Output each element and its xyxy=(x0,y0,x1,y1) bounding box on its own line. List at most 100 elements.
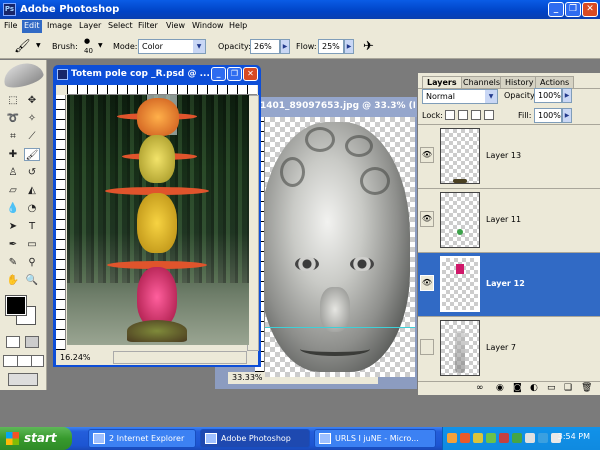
slice-tool-icon[interactable]: ⟋ xyxy=(24,130,40,143)
zoom-level[interactable]: 16.24% xyxy=(56,352,112,364)
menu-filter[interactable]: Filter xyxy=(138,21,158,30)
zoom-tool-icon[interactable]: 🔍 xyxy=(24,274,40,287)
start-button[interactable]: start xyxy=(0,427,72,450)
eyedropper-tool-icon[interactable]: ⚲ xyxy=(24,256,40,269)
foreground-color-swatch[interactable] xyxy=(5,295,27,316)
lion-face-canvas[interactable] xyxy=(265,117,415,377)
fill-arrow-icon[interactable]: ▶ xyxy=(562,108,572,123)
totem-pole-canvas[interactable] xyxy=(67,95,249,345)
layer-style-icon[interactable]: ◉ xyxy=(496,383,504,393)
menu-view[interactable]: View xyxy=(166,21,185,30)
lock-all-icon[interactable] xyxy=(484,110,494,120)
path-selection-tool-icon[interactable]: ➤ xyxy=(5,220,21,233)
marquee-tool-icon[interactable]: ⬚ xyxy=(5,94,21,107)
layer-row[interactable]: 👁 Layer 12 xyxy=(418,252,600,316)
tray-icon[interactable] xyxy=(525,433,535,443)
minimize-button[interactable]: _ xyxy=(211,67,226,81)
history-brush-tool-icon[interactable]: ↺ xyxy=(24,166,40,179)
eye-icon[interactable] xyxy=(420,339,434,355)
flow-input[interactable]: 25% xyxy=(318,39,344,54)
airbrush-icon[interactable]: ✈ xyxy=(363,39,374,54)
eye-icon[interactable]: 👁 xyxy=(420,275,434,291)
tab-actions[interactable]: Actions xyxy=(535,76,575,88)
menu-file[interactable]: File xyxy=(4,21,17,30)
magic-wand-tool-icon[interactable]: ✧ xyxy=(24,112,40,125)
tray-icon[interactable] xyxy=(473,433,483,443)
brush-picker-arrow-icon[interactable]: ▼ xyxy=(98,42,103,49)
full-screen-mode-icon[interactable] xyxy=(31,355,44,367)
menu-image[interactable]: Image xyxy=(47,21,72,30)
hand-tool-icon[interactable]: ✋ xyxy=(5,274,21,287)
layer-name[interactable]: Layer 13 xyxy=(486,151,521,160)
pen-tool-icon[interactable]: ✒ xyxy=(5,238,21,251)
quick-mask-mode-icon[interactable] xyxy=(25,336,39,348)
layer-mask-icon[interactable]: ◙ xyxy=(513,383,522,393)
task-word[interactable]: URLS I juNE - Micro... xyxy=(314,429,436,448)
menu-select[interactable]: Select xyxy=(108,21,133,30)
layer-opacity-input[interactable]: 100% xyxy=(534,88,562,103)
maximize-button[interactable]: ❐ xyxy=(227,67,242,81)
task-photoshop[interactable]: Adobe Photoshop xyxy=(200,429,310,448)
standard-mode-icon[interactable] xyxy=(6,336,20,348)
maximize-button[interactable]: ❐ xyxy=(565,2,581,17)
blur-tool-icon[interactable]: 💧 xyxy=(5,202,21,215)
opacity-arrow-icon[interactable]: ▶ xyxy=(280,39,290,54)
paint-bucket-tool-icon[interactable]: ◭ xyxy=(24,184,40,197)
lock-transparency-icon[interactable] xyxy=(445,110,455,120)
layer-name[interactable]: Layer 11 xyxy=(486,215,521,224)
mode-select[interactable]: Color ▼ xyxy=(138,39,206,54)
brush-tool-icon[interactable]: 🖌 xyxy=(24,148,40,161)
brush-tool-icon[interactable]: 🖌 xyxy=(14,39,31,54)
flow-arrow-icon[interactable]: ▶ xyxy=(344,39,354,54)
shape-tool-icon[interactable]: ▭ xyxy=(24,238,40,251)
jump-to-imageready-icon[interactable] xyxy=(8,373,38,386)
minimize-button[interactable]: _ xyxy=(548,2,564,17)
move-tool-icon[interactable]: ✥ xyxy=(24,94,40,107)
tab-history[interactable]: History xyxy=(500,76,539,88)
full-screen-menu-mode-icon[interactable] xyxy=(17,355,32,367)
close-button[interactable]: ✕ xyxy=(582,2,598,17)
tray-icon[interactable] xyxy=(460,433,470,443)
close-button[interactable]: ✕ xyxy=(243,67,258,81)
opacity-input[interactable]: 26% xyxy=(250,39,280,54)
trash-icon[interactable]: 🗑 xyxy=(581,383,592,393)
horizontal-scrollbar[interactable] xyxy=(113,351,247,364)
tool-preset-arrow-icon[interactable]: ▼ xyxy=(36,42,41,49)
brush-size[interactable]: 40 xyxy=(84,47,93,55)
blend-mode-select[interactable]: Normal ▼ xyxy=(422,89,498,104)
layer-row[interactable]: Layer 7 xyxy=(418,316,600,380)
menu-window[interactable]: Window xyxy=(192,21,224,30)
lasso-tool-icon[interactable]: ➰ xyxy=(5,112,21,125)
clone-stamp-tool-icon[interactable]: ♙ xyxy=(5,166,21,179)
menu-edit[interactable]: Edit xyxy=(22,20,42,33)
eye-icon[interactable]: 👁 xyxy=(420,147,434,163)
layer-row[interactable]: 👁 Layer 11 xyxy=(418,188,600,252)
layer-opacity-arrow-icon[interactable]: ▶ xyxy=(562,88,572,103)
new-group-icon[interactable]: ▭ xyxy=(547,383,556,393)
fill-input[interactable]: 100% xyxy=(534,108,562,123)
menu-layer[interactable]: Layer xyxy=(79,21,101,30)
tray-icon[interactable] xyxy=(499,433,509,443)
adjustment-layer-icon[interactable]: ◐ xyxy=(530,383,538,393)
crop-tool-icon[interactable]: ⌗ xyxy=(5,130,21,143)
tab-channels[interactable]: Channels xyxy=(458,76,506,88)
tray-icon[interactable] xyxy=(486,433,496,443)
lock-image-icon[interactable] xyxy=(458,110,468,120)
tray-icon[interactable] xyxy=(447,433,457,443)
notes-tool-icon[interactable]: ✎ xyxy=(5,256,21,269)
standard-screen-mode-icon[interactable] xyxy=(3,355,18,367)
tray-icon[interactable] xyxy=(538,433,548,443)
eraser-tool-icon[interactable]: ▱ xyxy=(5,184,21,197)
dodge-tool-icon[interactable]: ◔ xyxy=(24,202,40,215)
layer-row[interactable]: 👁 Layer 13 xyxy=(418,124,600,188)
layer-name[interactable]: Layer 7 xyxy=(486,343,516,352)
type-tool-icon[interactable]: T xyxy=(24,220,40,233)
lock-position-icon[interactable] xyxy=(471,110,481,120)
clock[interactable]: 3:54 PM xyxy=(558,432,590,441)
layer-name[interactable]: Layer 12 xyxy=(486,279,525,288)
new-layer-icon[interactable]: ❑ xyxy=(564,383,572,393)
task-internet-explorer[interactable]: 2 Internet Explorer xyxy=(88,429,196,448)
healing-brush-tool-icon[interactable]: ✚ xyxy=(5,148,21,161)
link-icon[interactable]: ∞ xyxy=(476,383,484,393)
eye-icon[interactable]: 👁 xyxy=(420,211,434,227)
